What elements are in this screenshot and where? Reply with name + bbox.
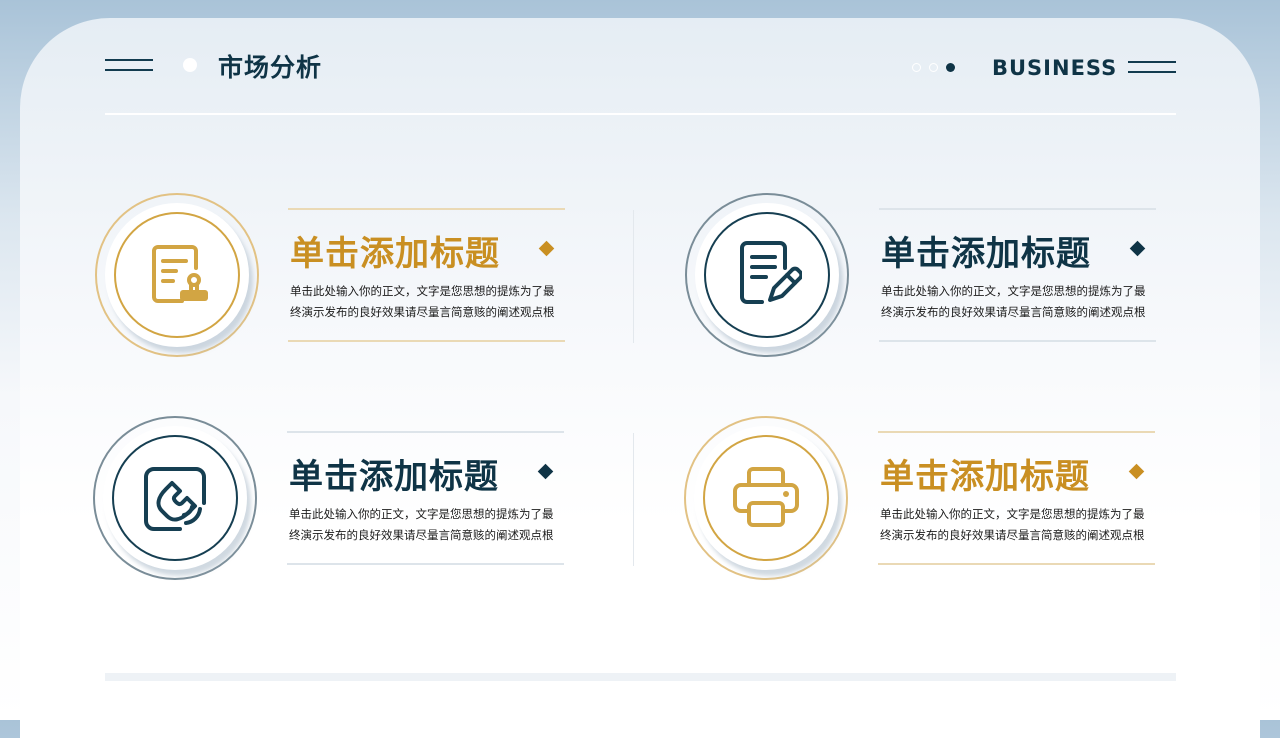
card-top-line xyxy=(878,431,1155,433)
header-divider xyxy=(105,113,1176,115)
card-body-line: 单击此处输入你的正文，文字是您思想的提炼为了最 xyxy=(880,507,1145,521)
card-body[interactable]: 单击此处输入你的正文，文字是您思想的提炼为了最 终演示发布的良好效果请尽量言简意… xyxy=(290,281,570,323)
document-stamp-icon xyxy=(152,245,208,303)
document-edit-icon xyxy=(740,241,802,304)
printer-icon xyxy=(733,467,799,527)
card-bottom-line xyxy=(287,563,564,565)
card-bottom-line xyxy=(879,340,1156,342)
page-title: 市场分析 xyxy=(218,53,323,82)
card-top-line xyxy=(288,208,565,210)
card-body-line: 终演示发布的良好效果请尽量言简意赅的阐述观点根 xyxy=(881,305,1146,319)
card-title[interactable]: 单击添加标题 xyxy=(881,226,1091,275)
title-dot xyxy=(183,58,197,72)
header-left-lines xyxy=(105,59,153,73)
card-body-line: 单击此处输入你的正文，文字是您思想的提炼为了最 xyxy=(289,507,554,521)
card-top-line xyxy=(287,431,564,433)
card-title[interactable]: 单击添加标题 xyxy=(289,449,499,498)
card-body-line: 终演示发布的良好效果请尽量言简意赅的阐述观点根 xyxy=(290,305,555,319)
card-title[interactable]: 单击添加标题 xyxy=(880,449,1090,498)
phone-signal-icon xyxy=(144,467,206,531)
card-body[interactable]: 单击此处输入你的正文，文字是您思想的提炼为了最 终演示发布的良好效果请尽量言简意… xyxy=(881,281,1161,323)
pagination-dot-1 xyxy=(912,63,921,72)
header-right-lines xyxy=(1128,61,1176,75)
business-label: BUSINESS xyxy=(992,56,1118,80)
card-body-line: 单击此处输入你的正文，文字是您思想的提炼为了最 xyxy=(290,284,555,298)
pagination-dot-3 xyxy=(946,63,955,72)
card-title[interactable]: 单击添加标题 xyxy=(290,226,500,275)
card-body[interactable]: 单击此处输入你的正文，文字是您思想的提炼为了最 终演示发布的良好效果请尽量言简意… xyxy=(289,504,569,546)
card-top-line xyxy=(879,208,1156,210)
card-body[interactable]: 单击此处输入你的正文，文字是您思想的提炼为了最 终演示发布的良好效果请尽量言简意… xyxy=(880,504,1160,546)
card-body-line: 终演示发布的良好效果请尽量言简意赅的阐述观点根 xyxy=(289,528,554,542)
pagination-dot-2 xyxy=(929,63,938,72)
card-body-line: 单击此处输入你的正文，文字是您思想的提炼为了最 xyxy=(881,284,1146,298)
column-divider-top xyxy=(633,210,634,343)
slide-panel xyxy=(20,18,1260,738)
footer-bar xyxy=(105,673,1176,681)
card-bottom-line xyxy=(288,340,565,342)
column-divider-bottom xyxy=(633,433,634,566)
card-bottom-line xyxy=(878,563,1155,565)
card-body-line: 终演示发布的良好效果请尽量言简意赅的阐述观点根 xyxy=(880,528,1145,542)
